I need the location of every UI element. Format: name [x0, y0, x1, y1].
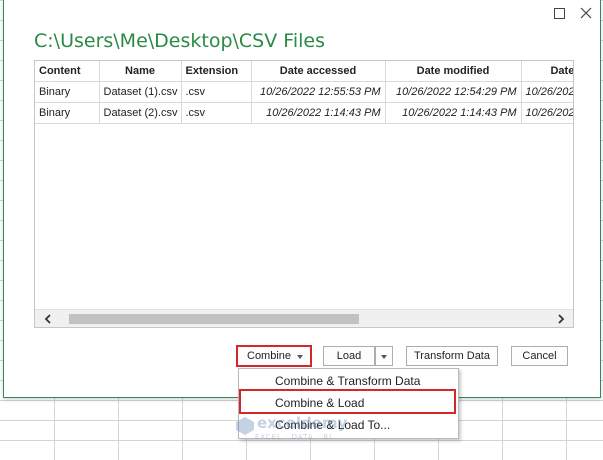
cell-date-modified: 10/26/2022 12:54:29 PM: [385, 81, 522, 103]
combine-label: Combine: [247, 350, 292, 362]
logo-icon: [236, 417, 254, 435]
caret-down-icon: [381, 350, 387, 362]
maximize-icon: [553, 7, 565, 19]
horizontal-scrollbar[interactable]: [35, 309, 573, 327]
menu-item-combine-load[interactable]: Combine & Load: [239, 392, 458, 414]
cancel-button[interactable]: Cancel: [511, 346, 568, 366]
close-button[interactable]: [576, 4, 596, 22]
cell-date-accessed: 10/26/2022 1:14:43 PM: [251, 102, 386, 124]
caret-down-icon: [297, 350, 304, 362]
table-row[interactable]: Binary Dataset (2).csv .csv 10/26/2022 1…: [35, 102, 573, 124]
file-table: Content Name Extension Date accessed Dat…: [35, 61, 573, 124]
column-header-content[interactable]: Content: [35, 61, 100, 82]
table-row[interactable]: Binary Dataset (1).csv .csv 10/26/2022 1…: [35, 81, 573, 103]
combine-button[interactable]: Combine: [236, 345, 312, 367]
cancel-label: Cancel: [522, 350, 557, 362]
cell-content[interactable]: Binary: [35, 81, 100, 103]
cell-date-accessed: 10/26/2022 12:55:53 PM: [251, 81, 386, 103]
watermark-tagline: EXCEL · DATA · BI: [255, 433, 333, 441]
column-header-extension[interactable]: Extension: [181, 61, 252, 82]
cell-date-created: 10/26/202: [521, 81, 573, 103]
watermark-brand: exceldemy: [257, 414, 348, 432]
table-header-row: Content Name Extension Date accessed Dat…: [35, 61, 573, 82]
cell-date-modified: 10/26/2022 1:14:43 PM: [385, 102, 522, 124]
menu-item-combine-transform[interactable]: Combine & Transform Data: [239, 370, 458, 392]
column-header-date-modified[interactable]: Date modified: [385, 61, 522, 82]
maximize-button[interactable]: [549, 4, 569, 22]
load-button[interactable]: Load: [323, 346, 375, 366]
scrollbar-thumb[interactable]: [69, 314, 359, 324]
chevron-left-icon: [44, 313, 51, 324]
watermark-logo: exceldemy EXCEL · DATA · BI: [233, 412, 383, 446]
cell-name: Dataset (1).csv: [99, 81, 182, 103]
file-table-panel: Content Name Extension Date accessed Dat…: [34, 60, 574, 328]
column-header-date-accessed[interactable]: Date accessed: [251, 61, 386, 82]
navigator-dialog: C:\Users\Me\Desktop\CSV Files Content Na…: [3, 0, 601, 398]
scroll-left-button[interactable]: [39, 310, 56, 327]
cell-date-created: 10/26/202: [521, 102, 573, 124]
transform-data-button[interactable]: Transform Data: [406, 346, 498, 366]
chevron-right-icon: [557, 313, 564, 324]
load-label: Load: [336, 350, 362, 362]
cell-content[interactable]: Binary: [35, 102, 100, 124]
column-header-date-created[interactable]: Date c: [521, 61, 573, 82]
folder-path-title: C:\Users\Me\Desktop\CSV Files: [34, 30, 325, 52]
close-icon: [580, 7, 592, 19]
cell-name: Dataset (2).csv: [99, 102, 182, 124]
scroll-right-button[interactable]: [552, 310, 569, 327]
cell-extension: .csv: [181, 102, 252, 124]
cell-extension: .csv: [181, 81, 252, 103]
load-dropdown-button[interactable]: [375, 346, 393, 366]
transform-data-label: Transform Data: [413, 350, 490, 362]
column-header-name[interactable]: Name: [99, 61, 182, 82]
